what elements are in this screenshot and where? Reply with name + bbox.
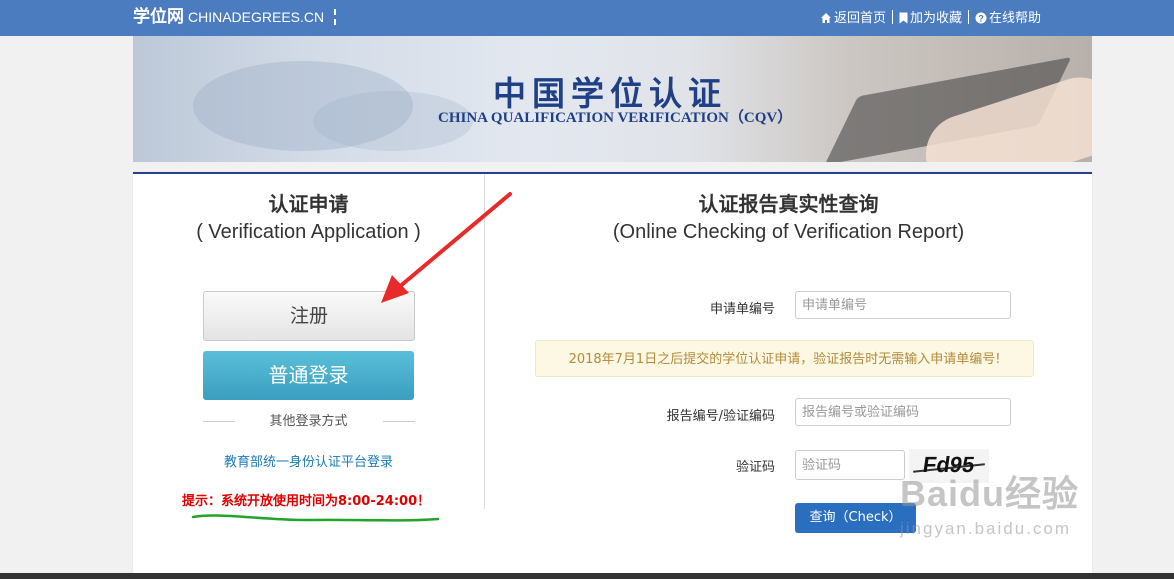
green-underline-annotation <box>191 514 440 522</box>
red-arrow-annotation <box>381 192 512 303</box>
bottom-bar <box>0 573 1174 579</box>
baidu-watermark: Baidu经验 jingyan.baidu.com <box>900 465 1079 539</box>
watermark-logo-text: Baidu经验 <box>900 473 1080 514</box>
watermark-url: jingyan.baidu.com <box>900 519 1072 538</box>
